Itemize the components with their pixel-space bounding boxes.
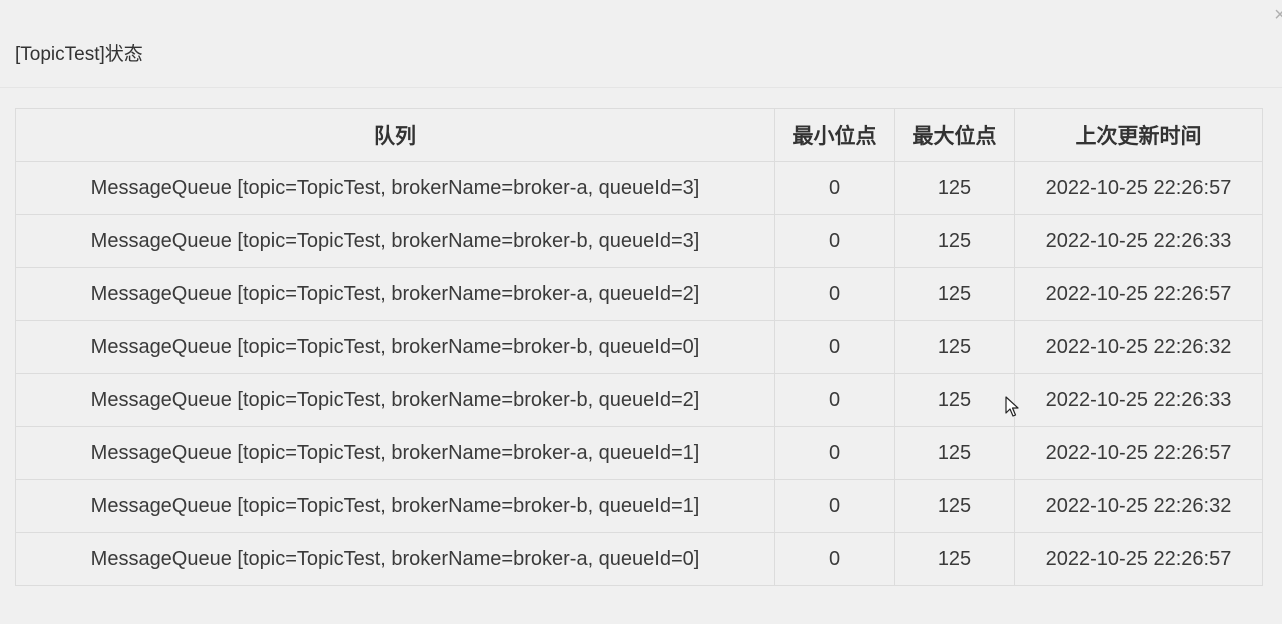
max-offset-cell: 125	[894, 267, 1015, 321]
max-offset-cell: 125	[894, 479, 1015, 533]
table-row: MessageQueue [topic=TopicTest, brokerNam…	[15, 479, 1263, 533]
topic-status-dialog: × [TopicTest]状态 队列 最小位点 最大位点 上次更新时间 Mess…	[0, 0, 1282, 624]
queue-cell: MessageQueue [topic=TopicTest, brokerNam…	[15, 214, 775, 268]
max-offset-cell: 125	[894, 532, 1015, 586]
column-header-queue: 队列	[15, 108, 775, 162]
table-row: MessageQueue [topic=TopicTest, brokerNam…	[15, 373, 1263, 427]
queue-cell: MessageQueue [topic=TopicTest, brokerNam…	[15, 479, 775, 533]
min-offset-cell: 0	[774, 320, 895, 374]
table-body: MessageQueue [topic=TopicTest, brokerNam…	[15, 161, 1263, 586]
queue-cell: MessageQueue [topic=TopicTest, brokerNam…	[15, 373, 775, 427]
table-row: MessageQueue [topic=TopicTest, brokerNam…	[15, 161, 1263, 215]
last-update-cell: 2022-10-25 22:26:33	[1014, 373, 1263, 427]
last-update-cell: 2022-10-25 22:26:57	[1014, 426, 1263, 480]
dialog-header: [TopicTest]状态	[0, 0, 1282, 88]
max-offset-cell: 125	[894, 161, 1015, 215]
last-update-cell: 2022-10-25 22:26:57	[1014, 161, 1263, 215]
dialog-title: [TopicTest]状态	[15, 44, 143, 65]
queue-cell: MessageQueue [topic=TopicTest, brokerNam…	[15, 320, 775, 374]
column-header-max-offset: 最大位点	[894, 108, 1015, 162]
queue-cell: MessageQueue [topic=TopicTest, brokerNam…	[15, 267, 775, 321]
min-offset-cell: 0	[774, 373, 895, 427]
table-row: MessageQueue [topic=TopicTest, brokerNam…	[15, 320, 1263, 374]
queue-cell: MessageQueue [topic=TopicTest, brokerNam…	[15, 532, 775, 586]
table-row: MessageQueue [topic=TopicTest, brokerNam…	[15, 214, 1263, 268]
queue-status-table: 队列 最小位点 最大位点 上次更新时间 MessageQueue [topic=…	[15, 108, 1263, 586]
max-offset-cell: 125	[894, 426, 1015, 480]
queue-cell: MessageQueue [topic=TopicTest, brokerNam…	[15, 426, 775, 480]
column-header-min-offset: 最小位点	[774, 108, 895, 162]
table-row: MessageQueue [topic=TopicTest, brokerNam…	[15, 532, 1263, 586]
min-offset-cell: 0	[774, 214, 895, 268]
last-update-cell: 2022-10-25 22:26:57	[1014, 267, 1263, 321]
min-offset-cell: 0	[774, 161, 895, 215]
queue-status-table-wrapper: 队列 最小位点 最大位点 上次更新时间 MessageQueue [topic=…	[15, 108, 1263, 586]
table-row: MessageQueue [topic=TopicTest, brokerNam…	[15, 267, 1263, 321]
last-update-cell: 2022-10-25 22:26:32	[1014, 479, 1263, 533]
last-update-cell: 2022-10-25 22:26:32	[1014, 320, 1263, 374]
min-offset-cell: 0	[774, 426, 895, 480]
min-offset-cell: 0	[774, 532, 895, 586]
last-update-cell: 2022-10-25 22:26:33	[1014, 214, 1263, 268]
max-offset-cell: 125	[894, 373, 1015, 427]
min-offset-cell: 0	[774, 479, 895, 533]
table-row: MessageQueue [topic=TopicTest, brokerNam…	[15, 426, 1263, 480]
min-offset-cell: 0	[774, 267, 895, 321]
queue-cell: MessageQueue [topic=TopicTest, brokerNam…	[15, 161, 775, 215]
table-header: 队列 最小位点 最大位点 上次更新时间	[15, 108, 1263, 162]
column-header-last-update: 上次更新时间	[1014, 108, 1263, 162]
max-offset-cell: 125	[894, 320, 1015, 374]
table-header-row: 队列 最小位点 最大位点 上次更新时间	[15, 108, 1263, 162]
last-update-cell: 2022-10-25 22:26:57	[1014, 532, 1263, 586]
max-offset-cell: 125	[894, 214, 1015, 268]
mouse-cursor-icon	[1005, 396, 1019, 417]
